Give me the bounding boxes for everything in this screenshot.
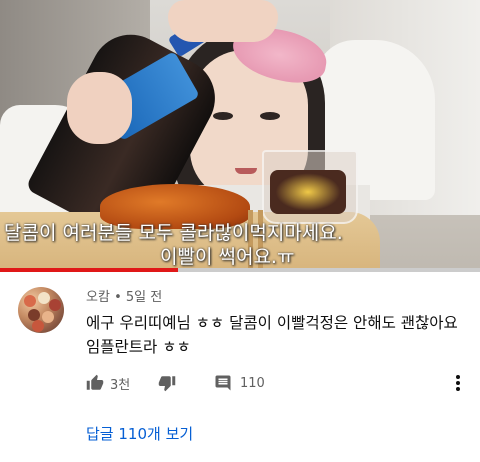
more-options-button[interactable] bbox=[448, 372, 468, 394]
hand-top bbox=[168, 0, 278, 42]
reply-count: 110 bbox=[240, 375, 265, 391]
comment-text-line-2: 임플란트라 ㅎㅎ bbox=[86, 338, 191, 356]
meta-separator: • bbox=[114, 290, 122, 305]
view-replies-link[interactable]: 답글 110개 보기 bbox=[86, 423, 193, 444]
like-count: 3천 bbox=[110, 377, 131, 393]
right-eye bbox=[260, 112, 280, 120]
progress-fill bbox=[0, 268, 178, 272]
dislike-button[interactable] bbox=[158, 372, 176, 394]
dislike-icon bbox=[158, 376, 176, 392]
comment-text-line-1: 에구 우리띠예님 ㅎㅎ 달콤이 이빨걱정은 안해도 괜찮아요 bbox=[86, 314, 458, 332]
mouth bbox=[235, 168, 257, 174]
reply-button[interactable]: 110 bbox=[214, 372, 265, 394]
reply-icon bbox=[215, 375, 231, 391]
comment-meta: 오캄 • 5일 전 bbox=[86, 286, 162, 305]
like-icon bbox=[86, 374, 104, 390]
video-player[interactable]: 달콤이 여러분들 모두 콜라많이먹지마세요. 이빨이 썩어요.ㅠ bbox=[0, 0, 480, 272]
comment-author[interactable]: 오캄 bbox=[86, 290, 110, 305]
comment-text: 에구 우리띠예님 ㅎㅎ 달콤이 이빨걱정은 안해도 괜찮아요 임플란트라 ㅎㅎ bbox=[86, 311, 466, 359]
avatar[interactable] bbox=[18, 287, 64, 333]
like-button[interactable]: 3천 bbox=[86, 372, 130, 394]
comment-time: 5일 전 bbox=[125, 290, 163, 305]
left-eye bbox=[213, 112, 233, 120]
hand-left bbox=[67, 72, 132, 144]
cup-contents bbox=[270, 170, 346, 214]
more-vert-icon bbox=[456, 375, 460, 391]
subtitle-line-1: 달콤이 여러분들 모두 콜라많이먹지마세요. bbox=[4, 222, 343, 244]
progress-bar[interactable] bbox=[0, 268, 480, 272]
subtitle-line-2: 이빨이 썩어요.ㅠ bbox=[160, 246, 295, 268]
